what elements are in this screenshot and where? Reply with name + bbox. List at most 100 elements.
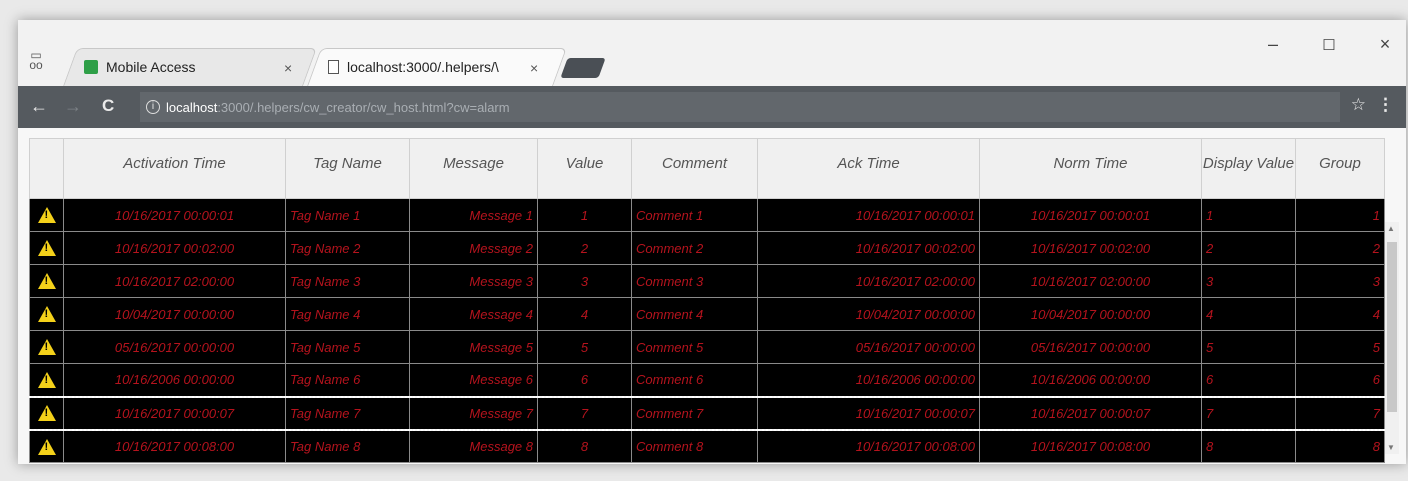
url-host: localhost xyxy=(166,99,218,115)
table-row[interactable]: 10/16/2006 00:00:00Tag Name 6Message 66C… xyxy=(29,363,1385,397)
message-cell: Message 1 xyxy=(409,198,538,232)
display-value-cell: 3 xyxy=(1201,264,1296,298)
comment-cell: Comment 7 xyxy=(631,395,758,431)
warning-icon xyxy=(37,405,56,422)
table-row[interactable]: 10/16/2017 00:02:00Tag Name 2Message 22C… xyxy=(29,231,1385,265)
column-header-icon[interactable] xyxy=(29,138,64,199)
warning-icon xyxy=(37,273,56,290)
activation-time-cell: 10/04/2017 00:00:00 xyxy=(63,297,286,331)
page-content: Activation Time Tag Name Message Value C… xyxy=(18,128,1406,464)
comment-cell: Comment 4 xyxy=(631,297,758,331)
alarm-icon-cell xyxy=(29,297,64,331)
activation-time-cell: 10/16/2017 00:08:00 xyxy=(63,429,286,463)
display-value-cell: 7 xyxy=(1201,395,1296,431)
alarm-icon-cell xyxy=(29,198,64,232)
activation-time-cell: 10/16/2017 00:00:01 xyxy=(63,198,286,232)
display-value-cell: 6 xyxy=(1201,363,1296,397)
tab-close-icon[interactable]: × xyxy=(284,60,292,76)
group-cell: 7 xyxy=(1295,395,1385,431)
menu-icon[interactable]: ⋮ xyxy=(1377,95,1394,115)
alarm-icon-cell xyxy=(29,330,64,364)
scroll-up-icon[interactable]: ▲ xyxy=(1387,224,1395,233)
message-cell: Message 3 xyxy=(409,264,538,298)
activation-time-cell: 05/16/2017 00:00:00 xyxy=(63,330,286,364)
table-row[interactable]: 10/04/2017 00:00:00Tag Name 4Message 44C… xyxy=(29,297,1385,331)
column-header-tag-name[interactable]: Tag Name xyxy=(285,138,410,199)
display-value-cell: 4 xyxy=(1201,297,1296,331)
warning-icon xyxy=(37,372,56,389)
display-value-cell: 2 xyxy=(1201,231,1296,265)
warning-icon xyxy=(37,339,56,356)
column-header-ack-time[interactable]: Ack Time xyxy=(757,138,980,199)
column-header-display-value[interactable]: Display Value xyxy=(1201,138,1296,199)
tab-close-icon[interactable]: × xyxy=(530,60,538,76)
value-cell: 8 xyxy=(537,429,632,463)
alarm-icon-cell xyxy=(29,363,64,397)
vertical-scrollbar[interactable]: ▲ ▼ xyxy=(1385,222,1399,454)
tab-strip: ▭ oo Mobile Access × localhost:3000/.help… xyxy=(18,20,1406,86)
table-row[interactable]: 10/16/2017 00:00:01Tag Name 1Message 11C… xyxy=(29,198,1385,232)
warning-icon xyxy=(37,438,56,455)
group-cell: 2 xyxy=(1295,231,1385,265)
forward-button[interactable]: → xyxy=(64,96,82,117)
message-cell: Message 5 xyxy=(409,330,538,364)
column-header-norm-time[interactable]: Norm Time xyxy=(979,138,1202,199)
norm-time-cell: 10/16/2006 00:00:00 xyxy=(979,363,1202,397)
table-row[interactable]: 10/16/2017 02:00:00Tag Name 3Message 33C… xyxy=(29,264,1385,298)
comment-cell: Comment 2 xyxy=(631,231,758,265)
table-row[interactable]: 05/16/2017 00:00:00Tag Name 5Message 55C… xyxy=(29,330,1385,364)
activation-time-cell: 10/16/2017 00:02:00 xyxy=(63,231,286,265)
tab-title: localhost:3000/.helpers/\ xyxy=(347,59,499,75)
table-row[interactable]: 10/16/2017 00:08:00Tag Name 8Message 88C… xyxy=(29,429,1385,463)
browser-toolbar: ← → C i localhost :3000/.helpers/cw_crea… xyxy=(18,86,1406,128)
ack-time-cell: 10/16/2017 00:00:07 xyxy=(757,395,980,431)
norm-time-cell: 05/16/2017 00:00:00 xyxy=(979,330,1202,364)
activation-time-cell: 10/16/2006 00:00:00 xyxy=(63,363,286,397)
message-cell: Message 2 xyxy=(409,231,538,265)
ack-time-cell: 10/16/2017 02:00:00 xyxy=(757,264,980,298)
address-bar[interactable]: i localhost :3000/.helpers/cw_creator/cw… xyxy=(140,92,1340,122)
message-cell: Message 7 xyxy=(409,395,538,431)
norm-time-cell: 10/16/2017 00:00:07 xyxy=(979,395,1202,431)
column-header-activation-time[interactable]: Activation Time xyxy=(63,138,286,199)
norm-time-cell: 10/16/2017 00:08:00 xyxy=(979,429,1202,463)
bookmark-star-icon[interactable]: ☆ xyxy=(1351,95,1366,115)
display-value-cell: 5 xyxy=(1201,330,1296,364)
value-cell: 5 xyxy=(537,330,632,364)
value-cell: 3 xyxy=(537,264,632,298)
new-tab-button[interactable] xyxy=(560,58,606,78)
tab-title: Mobile Access xyxy=(106,59,196,75)
info-icon[interactable]: i xyxy=(146,100,160,114)
comment-cell: Comment 6 xyxy=(631,363,758,397)
comment-cell: Comment 8 xyxy=(631,429,758,463)
column-header-group[interactable]: Group xyxy=(1295,138,1385,199)
close-window-button[interactable]: × xyxy=(1370,34,1400,55)
tab-mobile-access-label-wrap: Mobile Access xyxy=(84,48,195,86)
reload-button[interactable]: C xyxy=(102,96,114,116)
group-cell: 8 xyxy=(1295,429,1385,463)
column-header-comment[interactable]: Comment xyxy=(631,138,758,199)
comment-cell: Comment 5 xyxy=(631,330,758,364)
message-cell: Message 8 xyxy=(409,429,538,463)
back-button[interactable]: ← xyxy=(30,96,48,117)
favicon-icon xyxy=(84,60,98,74)
norm-time-cell: 10/04/2017 00:00:00 xyxy=(979,297,1202,331)
norm-time-cell: 10/16/2017 02:00:00 xyxy=(979,264,1202,298)
minimize-button[interactable]: – xyxy=(1258,34,1288,55)
column-header-message[interactable]: Message xyxy=(409,138,538,199)
maximize-button[interactable]: ☐ xyxy=(1314,36,1344,54)
tag-name-cell: Tag Name 7 xyxy=(285,395,410,431)
tag-name-cell: Tag Name 1 xyxy=(285,198,410,232)
alarm-icon-cell xyxy=(29,395,64,431)
display-value-cell: 8 xyxy=(1201,429,1296,463)
scrollbar-thumb[interactable] xyxy=(1387,242,1397,412)
tab-localhost-label-wrap: localhost:3000/.helpers/\ xyxy=(328,48,499,86)
column-header-value[interactable]: Value xyxy=(537,138,632,199)
scroll-down-icon[interactable]: ▼ xyxy=(1387,443,1395,452)
ack-time-cell: 10/04/2017 00:00:00 xyxy=(757,297,980,331)
tag-name-cell: Tag Name 8 xyxy=(285,429,410,463)
table-header-row: Activation Time Tag Name Message Value C… xyxy=(29,138,1385,199)
warning-icon xyxy=(37,207,56,224)
alarm-icon-cell xyxy=(29,429,64,463)
table-row[interactable]: 10/16/2017 00:00:07 Tag Name 7Message 7 7 C… xyxy=(29,395,1385,431)
